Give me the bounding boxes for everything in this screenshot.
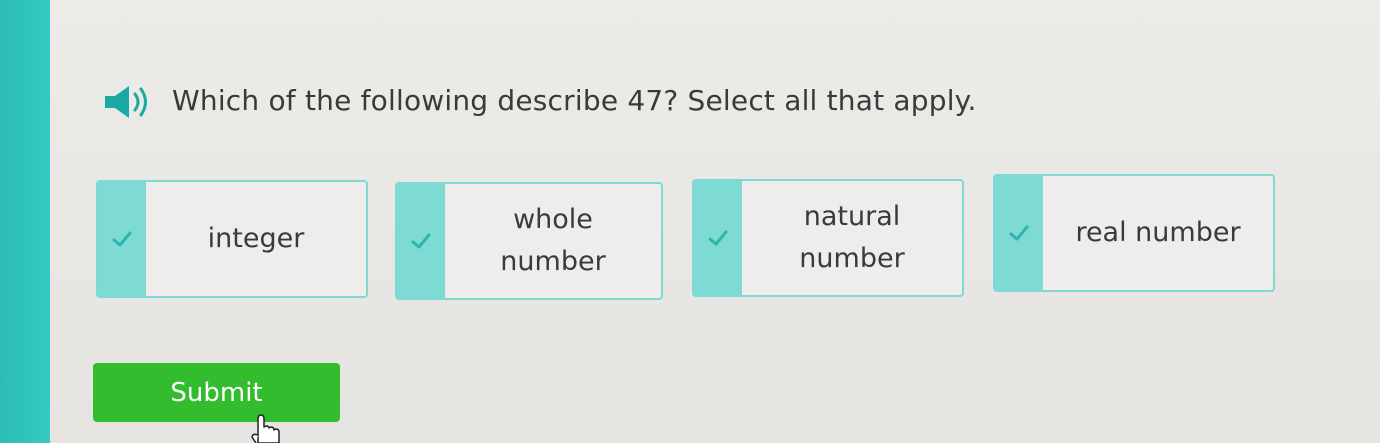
- check-icon: [411, 233, 431, 249]
- choice-label: natural number: [742, 181, 962, 295]
- question-text: Which of the following describe 47? Sele…: [172, 84, 977, 117]
- choice-label-line: number: [500, 246, 606, 277]
- choice-tab: [694, 181, 742, 295]
- check-icon: [112, 231, 132, 247]
- choice-tab: [995, 176, 1043, 290]
- choice-tab: [397, 184, 445, 298]
- choice-label-line: whole: [513, 204, 593, 235]
- choice-natural-number[interactable]: natural number: [692, 179, 964, 297]
- choice-label-line: integer: [207, 223, 305, 254]
- choice-label-line: natural: [803, 201, 901, 232]
- choice-label-line: number: [799, 243, 905, 274]
- choice-tab: [98, 182, 146, 296]
- choice-whole-number[interactable]: whole number: [395, 182, 663, 300]
- choice-integer[interactable]: integer: [96, 180, 368, 298]
- choice-label-line: real number: [1075, 217, 1241, 248]
- choice-real-number[interactable]: real number: [993, 174, 1275, 292]
- speaker-icon[interactable]: [103, 84, 153, 120]
- choice-label: real number: [1043, 176, 1273, 290]
- choice-label: integer: [146, 182, 366, 296]
- submit-button[interactable]: Submit: [93, 363, 340, 422]
- left-accent-strip: [0, 0, 50, 443]
- check-icon: [1009, 225, 1029, 241]
- choice-label: whole number: [445, 184, 661, 298]
- check-icon: [708, 230, 728, 246]
- quiz-stage: Which of the following describe 47? Sele…: [0, 0, 1380, 443]
